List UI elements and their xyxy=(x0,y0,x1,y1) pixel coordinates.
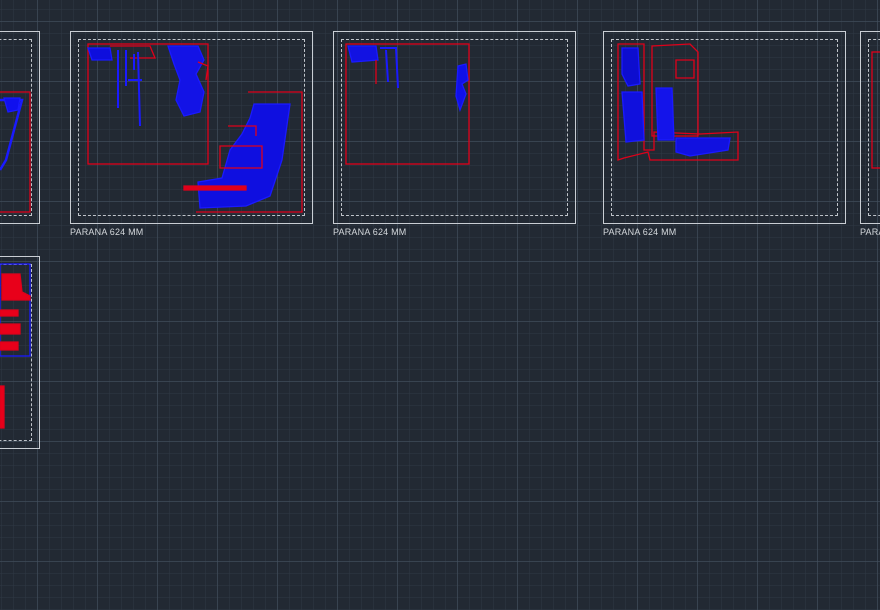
sheet-2-geometry xyxy=(87,43,303,213)
drawing-canvas[interactable]: PARANA 624 MM PARANA 624 MM PARANA 624 M… xyxy=(0,0,880,610)
sheet-4-geometry xyxy=(617,43,739,161)
drawing-geometry xyxy=(0,43,880,429)
sheet-3-geometry xyxy=(345,43,470,165)
sheet-6-geometry xyxy=(0,263,31,429)
sheet-1-geometry xyxy=(0,91,31,213)
sheet-5-geometry xyxy=(871,51,880,169)
